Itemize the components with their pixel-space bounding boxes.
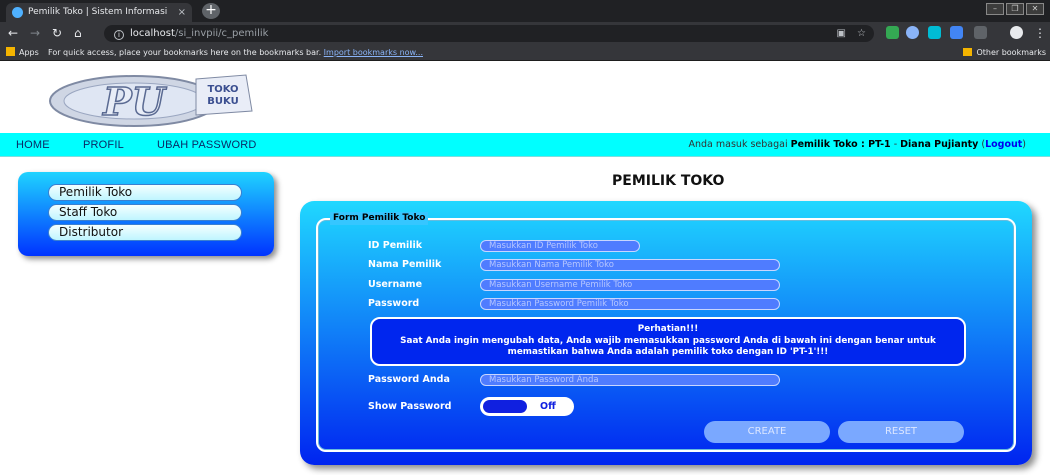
tab-title: Pemilik Toko | Sistem Informasi [28, 7, 168, 17]
id-pemilik-label: ID Pemilik [368, 240, 423, 251]
password-anda-input[interactable]: Masukkan Password Anda [480, 374, 780, 386]
bookmarks-hint: For quick access, place your bookmarks h… [48, 44, 423, 61]
menu-profil[interactable]: PROFIL [83, 133, 124, 157]
other-bookmarks-label: Other bookmarks [976, 48, 1046, 57]
form-panel: Form Pemilik Toko ID Pemilik Masukkan ID… [300, 201, 1032, 465]
page-title: PEMILIK TOKO PEMILIK TOKO [612, 173, 732, 194]
extension-icon[interactable] [974, 26, 987, 39]
store-logo: PU TOKO BUKU [49, 74, 253, 127]
password-label: Password [368, 298, 420, 309]
notice-line-2: memastikan bahwa Anda adalah pemilik tok… [507, 347, 829, 357]
logout-bracket-close: ) [1022, 139, 1026, 150]
site-info-icon[interactable]: i [114, 30, 124, 40]
password-input[interactable]: Masukkan Password Pemilik Toko [480, 298, 780, 310]
browser-menu-icon[interactable]: ⋮ [1034, 25, 1046, 41]
browser-tab[interactable]: Pemilik Toko | Sistem Informasi × [6, 3, 192, 22]
url-host: localhost [130, 28, 175, 39]
show-password-label: Show Password [368, 401, 452, 412]
apps-label: Apps [19, 48, 39, 57]
extension-icon[interactable] [906, 26, 919, 39]
bookmarks-hint-text: For quick access, place your bookmarks h… [48, 48, 322, 57]
page-title-text: PEMILIK TOKO [612, 173, 725, 189]
nama-pemilik-input[interactable]: Masukkan Nama Pemilik Toko [480, 259, 780, 271]
bookmark-star-icon[interactable]: ☆ [857, 25, 866, 42]
close-window-icon[interactable]: ✕ [1026, 3, 1044, 15]
page-favicon-icon [12, 7, 23, 18]
main-menu: HOME PROFIL UBAH PASSWORD Anda masuk seb… [0, 133, 1050, 157]
logged-in-user-info: Anda masuk sebagai Pemilik Toko : PT-1 -… [689, 133, 1027, 157]
password-anda-label: Password Anda [368, 374, 450, 385]
user-role: Pemilik Toko : PT-1 [790, 139, 891, 150]
user-prefix: Anda masuk sebagai [688, 139, 791, 150]
menu-home[interactable]: HOME [16, 133, 50, 157]
show-password-toggle[interactable]: Off [480, 397, 574, 416]
logo-line-buku: BUKU [207, 96, 238, 107]
menu-ubah-password[interactable]: UBAH PASSWORD [157, 133, 257, 157]
minimize-icon[interactable]: – [986, 3, 1004, 15]
username-input[interactable]: Masukkan Username Pemilik Toko [480, 279, 780, 291]
sidebar-item-pemilik-toko[interactable]: Pemilik Toko [48, 184, 242, 201]
web-page: PU TOKO BUKU HOME PROFIL UBAH PASSWORD A… [0, 61, 1050, 475]
other-bookmarks[interactable]: Other bookmarks [963, 44, 1046, 61]
id-pemilik-input[interactable]: Masukkan ID Pemilik Toko [480, 240, 640, 252]
username-label: Username [368, 279, 423, 290]
extension-icon[interactable] [886, 26, 899, 39]
warning-notice: Perhatian!!! Saat Anda ingin mengubah da… [370, 317, 966, 366]
window-controls: – ❐ ✕ [986, 3, 1044, 15]
tab-close-icon[interactable]: × [178, 3, 186, 22]
logo-monogram: PU [102, 79, 168, 124]
user-name: Diana Pujianty [900, 139, 979, 150]
forward-icon[interactable]: → [30, 25, 40, 41]
back-icon[interactable]: ← [8, 25, 18, 41]
create-button[interactable]: CREATE [704, 421, 830, 443]
toggle-knob [483, 400, 527, 413]
nama-pemilik-label: Nama Pemilik [368, 259, 442, 270]
notice-line-1: Saat Anda ingin mengubah data, Anda waji… [400, 335, 936, 346]
browser-toolbar: ← → ↻ ⌂ i localhost/si_invpii/c_pemilik ▣… [0, 22, 1050, 44]
address-bar[interactable]: i localhost/si_invpii/c_pemilik ▣ ☆ [104, 25, 874, 42]
reload-icon[interactable]: ↻ [52, 25, 62, 41]
toggle-state: Off [540, 401, 556, 412]
new-tab-button[interactable]: + [202, 3, 220, 19]
reset-button[interactable]: RESET [838, 421, 964, 443]
logo-line-toko: TOKO [207, 84, 238, 95]
apps-grid-icon [6, 47, 15, 56]
restore-icon[interactable]: ❐ [1006, 3, 1024, 15]
sidebar-item-staff-toko[interactable]: Staff Toko [48, 204, 242, 221]
sidebar-item-distributor[interactable]: Distributor [48, 224, 242, 241]
translate-icon[interactable]: ▣ [837, 25, 846, 42]
url-path: /si_invpii/c_pemilik [174, 28, 269, 39]
form-legend: Form Pemilik Toko [330, 212, 429, 225]
logout-link[interactable]: Logout [985, 139, 1022, 150]
home-icon[interactable]: ⌂ [74, 25, 82, 41]
sidebar: Pemilik Toko Staff Toko Distributor [18, 172, 274, 256]
notice-title: Perhatian!!! [637, 324, 699, 334]
extension-icon[interactable] [928, 26, 941, 39]
import-bookmarks-link[interactable]: Import bookmarks now... [324, 48, 423, 57]
folder-icon [963, 48, 973, 56]
apps-shortcut[interactable]: Apps [6, 44, 39, 61]
extension-icon[interactable] [950, 26, 963, 39]
profile-avatar-icon[interactable] [1010, 26, 1023, 39]
user-separator: - [890, 139, 901, 150]
browser-tab-strip: Pemilik Toko | Sistem Informasi × + – ❐ … [0, 0, 1050, 22]
form-fieldset: Form Pemilik Toko ID Pemilik Masukkan ID… [316, 212, 1016, 452]
bookmarks-bar: Apps For quick access, place your bookma… [0, 44, 1050, 61]
